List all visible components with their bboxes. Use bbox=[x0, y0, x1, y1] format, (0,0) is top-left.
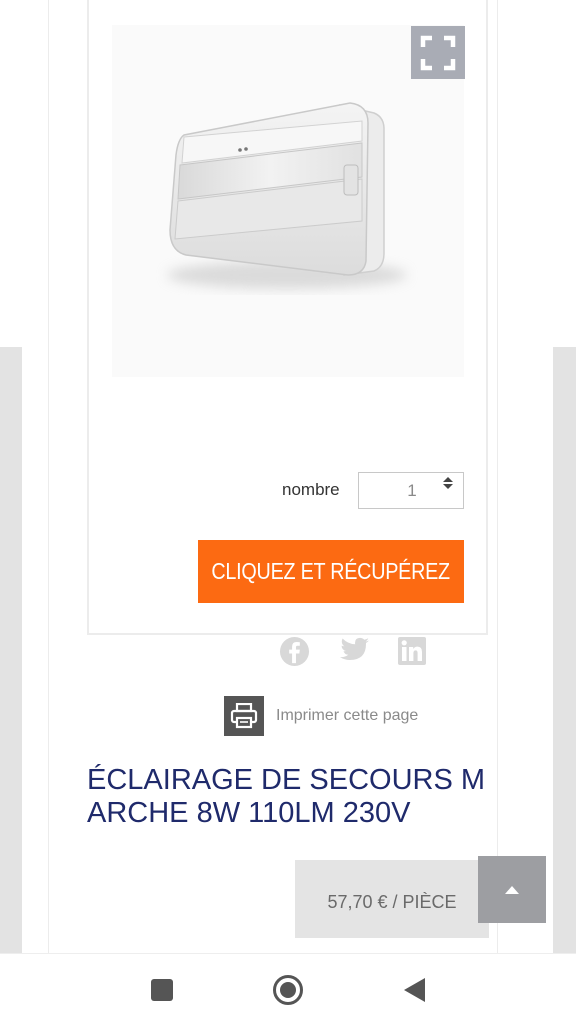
linkedin-icon bbox=[398, 637, 426, 665]
android-navigation-bar bbox=[0, 953, 576, 1025]
square-icon bbox=[151, 979, 173, 1001]
home-button[interactable] bbox=[268, 972, 308, 1008]
background-right bbox=[553, 347, 576, 953]
recent-apps-button[interactable] bbox=[142, 972, 182, 1008]
arrow-up-icon bbox=[505, 885, 519, 894]
collect-button-label: CLIQUEZ ET RÉCUPÉREZ bbox=[211, 558, 451, 584]
fullscreen-button[interactable] bbox=[411, 26, 465, 79]
product-price: 57,70 € / PIÈCE bbox=[327, 892, 457, 912]
printer-icon bbox=[224, 696, 264, 736]
circle-icon bbox=[273, 975, 303, 1005]
fullscreen-icon bbox=[420, 35, 456, 70]
linkedin-share-button[interactable] bbox=[395, 634, 429, 668]
triangle-back-icon bbox=[404, 978, 425, 1002]
twitter-share-button[interactable] bbox=[337, 634, 371, 668]
facebook-icon bbox=[279, 636, 309, 666]
price-box: 57,70 € / PIÈCE bbox=[295, 860, 489, 938]
print-page-link[interactable]: Imprimer cette page bbox=[224, 696, 418, 736]
scroll-to-top-button[interactable] bbox=[478, 856, 546, 923]
facebook-share-button[interactable] bbox=[277, 634, 311, 668]
twitter-icon bbox=[340, 637, 369, 660]
background-left bbox=[0, 347, 22, 953]
print-page-label: Imprimer cette page bbox=[276, 707, 419, 724]
quantity-label: nombre bbox=[282, 480, 340, 499]
spinner-arrows-icon[interactable] bbox=[441, 476, 455, 493]
product-title: ÉCLAIRAGE DE SECOURS MARCHE 8W 110LM 230… bbox=[87, 764, 486, 829]
back-button[interactable] bbox=[394, 972, 434, 1008]
collect-button[interactable]: CLIQUEZ ET RÉCUPÉREZ bbox=[198, 540, 464, 603]
